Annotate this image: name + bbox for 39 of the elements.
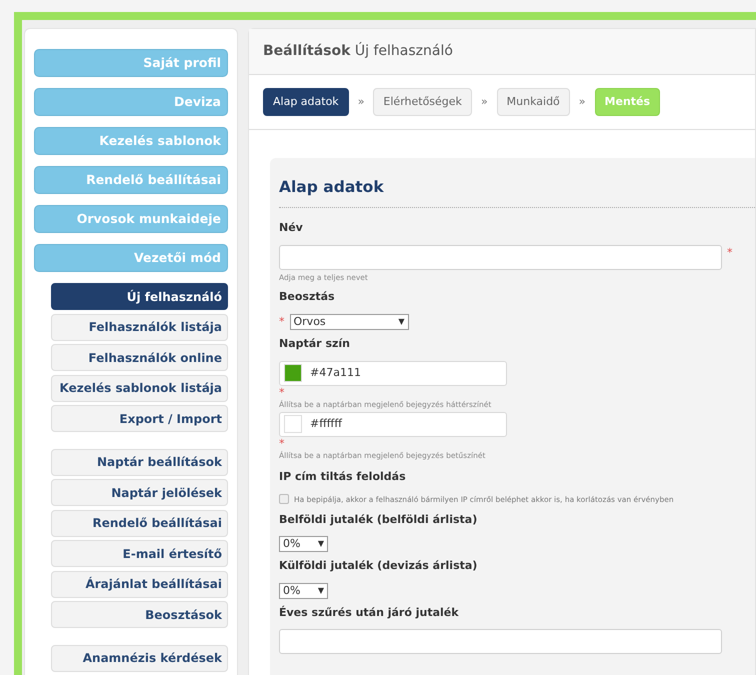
required-mark: * [279, 436, 284, 450]
page-title: Beállítások Új felhasználó [263, 41, 453, 61]
step-tab[interactable]: Alap adatok [263, 88, 349, 116]
sidebar-item[interactable]: Árajánlat beállításai [51, 570, 228, 598]
sidebar-item[interactable]: Export / Import [51, 405, 228, 432]
sidebar-item[interactable]: Naptár beállítások [51, 448, 228, 476]
step-separator: » [480, 94, 488, 110]
field-label: Belföldi jutalék (belföldi árlista) [279, 512, 478, 528]
field-label: Név [279, 220, 304, 236]
dropdown[interactable]: 0% ▼ [279, 536, 328, 552]
step-separator: » [358, 94, 364, 110]
sidebar-item[interactable]: Kezelés sablonok listája [51, 374, 228, 402]
required-mark: * [279, 314, 284, 330]
step-separator: » [578, 94, 586, 110]
color-field[interactable]: #ffffff [279, 412, 507, 437]
field-label: Naptár szín [279, 336, 351, 352]
step-tab[interactable]: Elérhetőségek [373, 88, 472, 116]
sidebar-item[interactable]: Felhasználók listája [51, 314, 228, 340]
field-label: Külföldi jutalék (devizás árlista) [279, 558, 478, 574]
step-tab[interactable]: Munkaidő [496, 88, 570, 116]
field-label: Éves szűrés után járó jutalék [279, 604, 460, 621]
required-mark: * [279, 386, 284, 398]
sidebar-item[interactable]: Felhasználók online [51, 344, 228, 371]
sidebar-item[interactable]: Beosztások [51, 601, 228, 628]
dropdown[interactable]: 0% ▼ [279, 582, 328, 599]
sidebar-item[interactable]: E-mail értesítő [51, 540, 228, 567]
dropdown[interactable]: Orvos ▼ [290, 314, 408, 330]
required-mark: * [727, 244, 732, 261]
field-label: IP cím tiltás feloldás [279, 469, 407, 485]
section-title: Alap adatok [279, 176, 755, 208]
text-field[interactable] [279, 244, 722, 270]
color-field[interactable]: #47a111 [279, 360, 507, 386]
checkbox[interactable] [279, 494, 289, 504]
sidebar-item[interactable]: Új felhasználó [51, 283, 228, 310]
sidebar-item[interactable]: Rendelő beállításai [51, 510, 228, 536]
field-label: Beosztás [279, 289, 336, 305]
text-field[interactable] [279, 629, 722, 654]
sidebar-item[interactable]: Naptár jelölések [51, 479, 228, 506]
sidebar-item[interactable]: Anamnézis kérdések [51, 644, 228, 672]
